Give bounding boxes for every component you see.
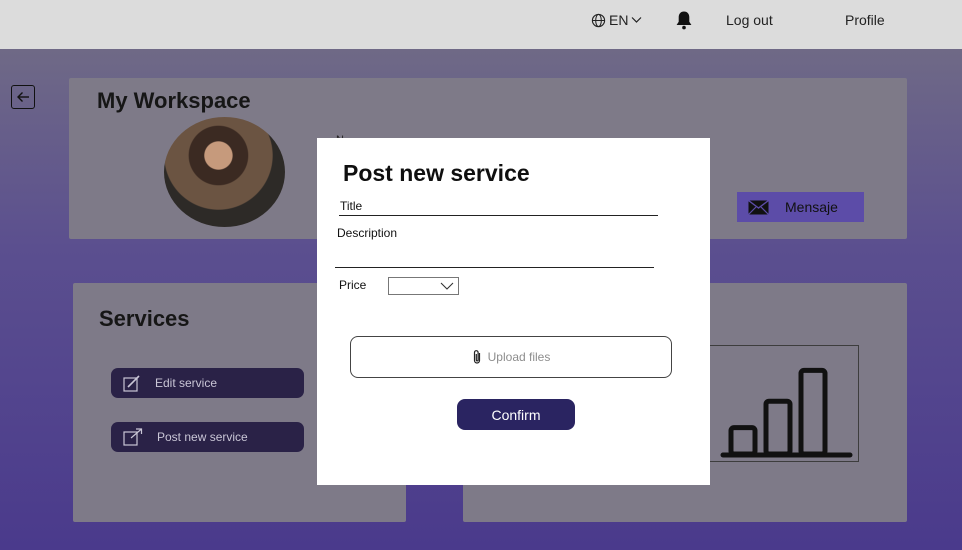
bell-icon [676,11,692,30]
edit-icon [123,374,140,392]
chevron-down-icon [440,282,454,290]
title-field[interactable] [339,215,658,216]
title-label: Title [340,199,363,213]
modal-title: Post new service [343,160,530,186]
post-service-modal: Post new service Title Description Price… [317,138,710,485]
chevron-down-icon [632,17,642,23]
services-title: Services [99,306,190,331]
envelope-icon [748,199,769,215]
language-label: EN [609,12,629,28]
external-link-icon [123,428,143,446]
message-button-label: Mensaje [785,199,838,215]
description-field[interactable] [335,267,654,268]
message-button[interactable]: Mensaje [737,192,864,222]
price-select[interactable] [388,277,459,295]
notifications-button[interactable] [675,0,693,40]
confirm-button[interactable]: Confirm [457,399,575,430]
workspace-title: My Workspace [97,88,251,113]
back-button[interactable] [11,85,35,109]
profile-link[interactable]: Profile [845,0,885,40]
top-bar: EN Log out Profile [0,0,962,49]
edit-service-label: Edit service [155,376,218,390]
upload-files-button[interactable]: Upload files [350,336,672,378]
globe-icon [591,13,606,27]
language-selector[interactable]: EN [591,0,642,40]
chart-bar [763,398,793,457]
chart-bar [798,367,828,457]
avatar [164,117,285,227]
logout-link[interactable]: Log out [726,0,773,40]
description-label: Description [337,226,398,240]
edit-service-button[interactable]: Edit service [111,368,304,398]
arrow-left-icon [17,92,29,102]
post-service-button[interactable]: Post new service [111,422,304,452]
stats-chart [700,345,859,462]
upload-files-label: Upload files [487,350,551,364]
bar-chart-icon [720,367,853,458]
paperclip-icon [473,350,480,364]
price-label: Price [339,278,367,292]
chart-bar [728,425,758,457]
post-service-label: Post new service [157,430,248,444]
